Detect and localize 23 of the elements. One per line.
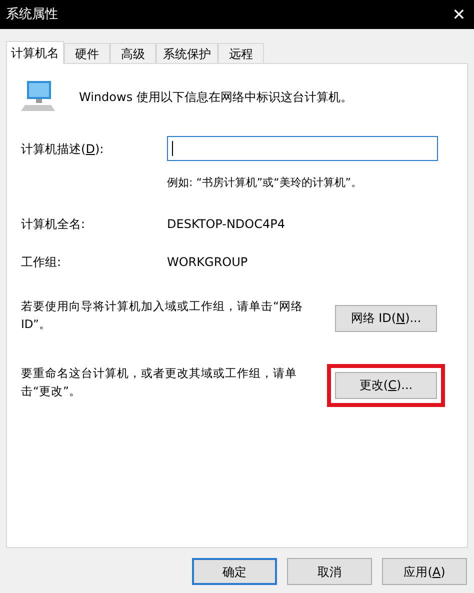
- field-value: WORKGROUP: [167, 254, 248, 270]
- window-title: 系统属性: [6, 6, 58, 24]
- tab[interactable]: 计算机名: [6, 41, 64, 64]
- dialog-button[interactable]: 确定: [192, 558, 277, 585]
- field-label: 工作组:: [21, 254, 62, 270]
- tab[interactable]: 远程: [218, 43, 264, 63]
- instruction-text: 若要使用向导将计算机加入域或工作组，请单击“网络 ID”。: [21, 298, 304, 332]
- field-value: DESKTOP-NDOC4P4: [167, 216, 286, 232]
- dialog-button[interactable]: 应用(A): [382, 558, 467, 585]
- action-button[interactable]: 更改(C)...: [335, 372, 437, 398]
- action-button[interactable]: 网络 ID(N)...: [335, 304, 437, 332]
- tab[interactable]: 系统保护: [156, 43, 218, 63]
- field-label: 计算机全名:: [21, 216, 86, 232]
- example-hint: 例如: “书房计算机”或“美玲的计算机”。: [167, 175, 363, 191]
- description-field[interactable]: [167, 136, 438, 161]
- description-label: 计算机描述(D):: [21, 140, 105, 158]
- computer-icon: [21, 81, 57, 113]
- tab[interactable]: 硬件: [64, 43, 110, 63]
- instruction-text: 要重命名这台计算机，或者更改其域或工作组，请单击“更改”。: [21, 364, 298, 400]
- close-button[interactable]: ✕: [444, 0, 474, 29]
- tab[interactable]: 高级: [110, 43, 156, 63]
- dialog-button[interactable]: 取消: [287, 558, 372, 585]
- intro-text: Windows 使用以下信息在网络中标识这台计算机。: [79, 89, 352, 106]
